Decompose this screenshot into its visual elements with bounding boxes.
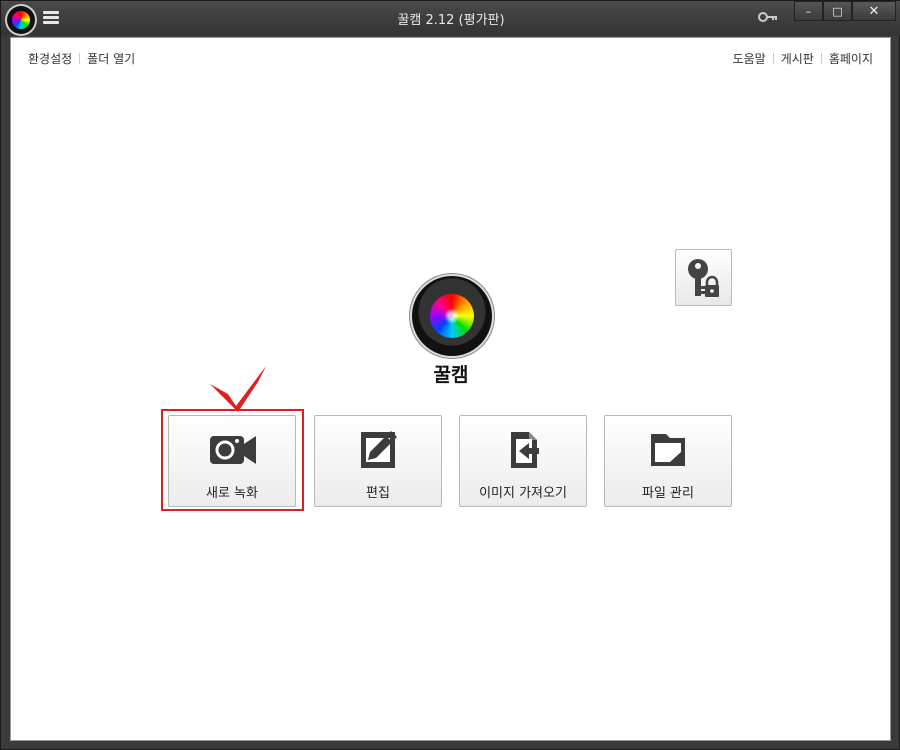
right-links: 도움말 게시판 홈페이지 (733, 50, 873, 67)
import-image-button[interactable]: 이미지 가져오기 (459, 415, 587, 507)
main-panel: 환경설정 폴더 열기 도움말 게시판 홈페이지 꿀캠 새로 녹화 편집 이미지 … (10, 37, 891, 741)
action-label: 파일 관리 (642, 486, 694, 501)
link-divider (772, 53, 774, 64)
edit-icon (361, 431, 397, 468)
new-recording-button[interactable]: 새로 녹화 (168, 415, 296, 507)
settings-link[interactable]: 환경설정 (28, 50, 72, 67)
close-button[interactable]: ✕ (852, 1, 896, 21)
link-divider (820, 53, 822, 64)
app-window: 꿀캠 2.12 (평가판) – □ ✕ 환경설정 폴더 열기 도움말 게시판 홈… (0, 0, 900, 750)
action-label: 편집 (366, 486, 390, 501)
key-icon[interactable] (758, 11, 778, 23)
window-controls: – □ ✕ (794, 1, 896, 23)
key-lock-icon (688, 259, 719, 297)
help-link[interactable]: 도움말 (733, 50, 766, 67)
action-label: 새로 녹화 (206, 486, 258, 501)
title-bar[interactable]: 꿀캠 2.12 (평가판) – □ ✕ (1, 1, 900, 35)
link-divider (79, 53, 81, 64)
open-folder-link[interactable]: 폴더 열기 (87, 50, 135, 67)
action-label: 이미지 가져오기 (479, 486, 567, 501)
file-manager-button[interactable]: 파일 관리 (604, 415, 732, 507)
import-image-icon (511, 432, 539, 468)
maximize-button[interactable]: □ (823, 1, 852, 21)
board-link[interactable]: 게시판 (781, 50, 814, 67)
folder-icon (651, 434, 685, 466)
license-key-button[interactable] (675, 249, 732, 306)
edit-button[interactable]: 편집 (314, 415, 442, 507)
left-links: 환경설정 폴더 열기 (28, 50, 135, 67)
app-name: 꿀캠 (433, 364, 469, 386)
video-camera-icon (210, 436, 256, 464)
app-logo-large-icon (412, 276, 492, 356)
homepage-link[interactable]: 홈페이지 (829, 50, 873, 67)
minimize-button[interactable]: – (794, 1, 823, 21)
